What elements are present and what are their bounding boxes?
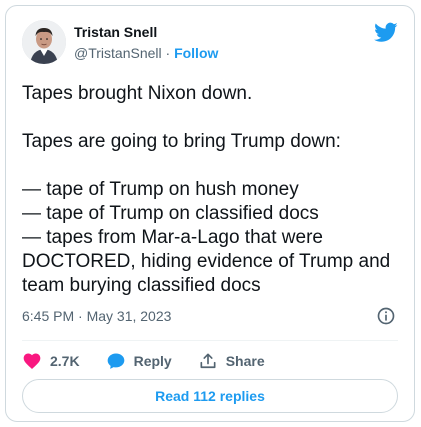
follow-link[interactable]: Follow	[174, 45, 218, 61]
tweet-line: Tapes brought Nixon down.	[22, 83, 253, 104]
tweet-text: Tapes brought Nixon down. Tapes are goin…	[22, 82, 402, 298]
divider	[22, 340, 398, 341]
author-handle-row: @TristanSnell · Follow	[74, 43, 218, 63]
reply-label: Reply	[133, 353, 172, 369]
author-handle[interactable]: @TristanSnell	[74, 45, 162, 61]
tweet-timestamp[interactable]: 6:45 PM · May 31, 2023	[22, 308, 171, 324]
handle-separator: ·	[161, 45, 175, 61]
heart-icon	[23, 353, 41, 369]
author-display-name[interactable]: Tristan Snell	[74, 23, 218, 41]
tweet-actions: 2.7K Reply Share	[22, 350, 291, 372]
tweet-line-break	[22, 154, 402, 178]
speech-bubble-icon	[107, 353, 124, 369]
info-icon[interactable]	[376, 306, 396, 326]
tweet-line: — tape of Trump on classified docs	[22, 203, 319, 224]
tweet-line: — tapes from Mar-a-Lago that were DOCTOR…	[22, 227, 391, 296]
reply-button[interactable]: Reply	[106, 351, 172, 371]
author-info: Tristan Snell @TristanSnell · Follow	[74, 23, 218, 63]
tweet-meta: 6:45 PM · May 31, 2023	[22, 306, 398, 326]
like-button[interactable]: 2.7K	[22, 351, 80, 371]
twitter-bird-icon[interactable]	[374, 20, 398, 44]
tweet-card: Tristan Snell @TristanSnell · Follow Tap…	[5, 5, 415, 422]
avatar-image	[22, 20, 66, 64]
tweet-line-break	[22, 106, 402, 130]
like-count: 2.7K	[50, 353, 80, 369]
tweet-line: — tape of Trump on hush money	[22, 179, 299, 200]
read-replies-button[interactable]: Read 112 replies	[22, 379, 398, 413]
share-upload-icon	[200, 353, 216, 369]
share-label: Share	[225, 353, 265, 369]
tweet-line: Tapes are going to bring Trump down:	[22, 131, 341, 152]
tweet-header: Tristan Snell @TristanSnell · Follow	[22, 20, 398, 64]
share-button[interactable]: Share	[198, 351, 265, 371]
author-avatar[interactable]	[22, 20, 66, 64]
